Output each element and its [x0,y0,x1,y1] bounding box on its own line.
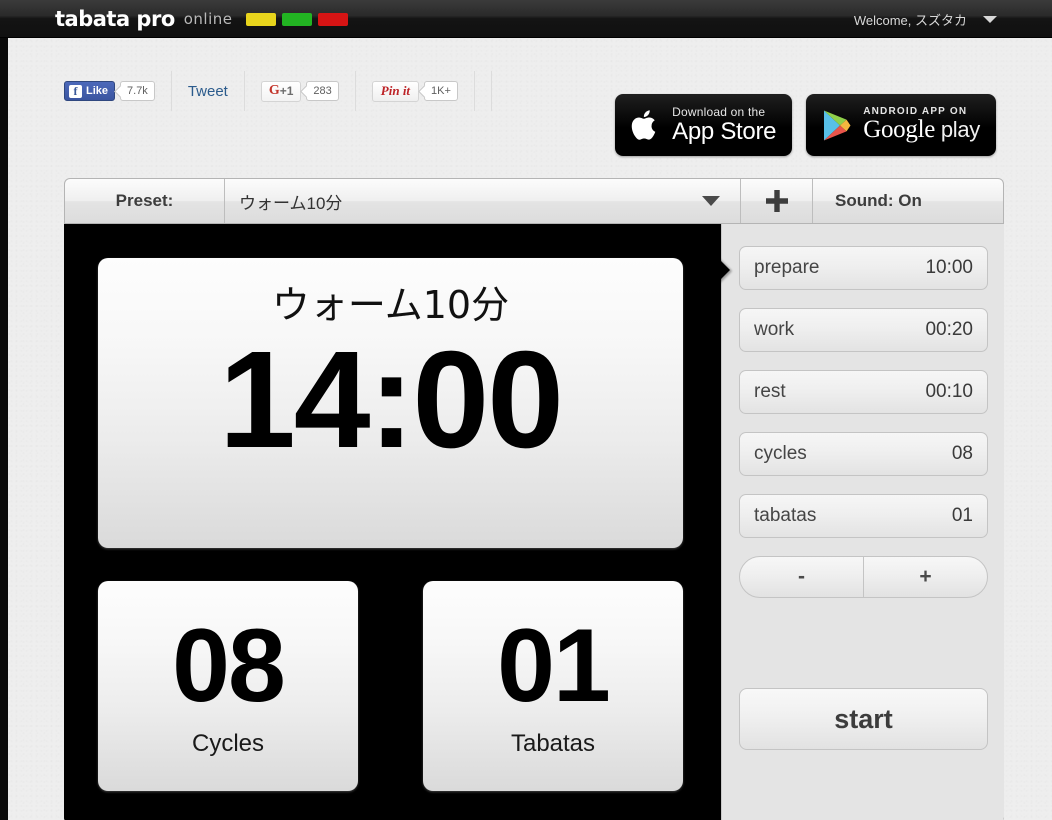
logo-bar-red [317,12,348,26]
tabatas-counter-label: Tabatas [510,730,596,757]
logo-color-bars [245,12,348,26]
settings-row-prepare-value: 10:00 [925,257,973,278]
google-play-icon [824,110,851,140]
active-row-pointer-icon [710,250,730,290]
top-navigation-bar: tabata pro online Welcome, スズタカ [0,0,1052,38]
timer-display[interactable]: ウォーム10分 14:00 [98,258,683,548]
settings-row-cycles-label: cycles [754,443,807,464]
facebook-like-cell: f Like 7.7k [64,71,172,111]
page-background: f Like 7.7k Tweet G +1 283 Pin it 1K+ Do… [8,38,1052,820]
googleplus-count: 283 [306,81,339,101]
logo-bar-green [281,12,312,26]
preset-toolbar: Preset: ウォーム10分 Sound: On [64,178,1004,224]
store-badges: Download on the App Store ANDROID APP ON… [615,94,996,156]
google-play-big-label: Google play [863,117,980,143]
decrement-button[interactable]: - [740,557,864,597]
google-word: Google [863,116,936,144]
social-divider [490,71,492,111]
social-share-bar: f Like 7.7k Tweet G +1 283 Pin it 1K+ [64,71,492,111]
googleplus-g-icon: G [268,83,280,98]
preset-dropdown[interactable]: ウォーム10分 [225,179,741,223]
settings-row-rest-value: 00:10 [925,381,973,402]
add-preset-button[interactable] [741,179,813,223]
facebook-like-count: 7.7k [120,81,155,101]
tabatas-counter-value: 01 [497,608,611,724]
play-word: play [935,117,980,143]
settings-row-work-value: 00:20 [925,319,973,340]
settings-row-tabatas-value: 01 [951,505,973,526]
pinterest-count: 1K+ [424,81,458,101]
counter-boxes: 08 Cycles 01 Tabatas [98,581,683,791]
app-store-small-label: Download on the [672,105,766,120]
facebook-like-button[interactable]: f Like [64,81,116,101]
settings-row-prepare-label: prepare [754,257,820,278]
timer-display-title: ウォーム10分 [271,283,510,327]
settings-row-cycles[interactable]: cycles 08 [739,432,988,476]
settings-row-tabatas-label: tabatas [754,505,817,526]
settings-row-prepare[interactable]: prepare 10:00 [739,246,988,290]
preset-selected-value: ウォーム10分 [239,193,343,213]
logo-thin-text: online [183,9,233,28]
cycles-counter-label: Cycles [191,730,264,757]
app-store-badge[interactable]: Download on the App Store [615,94,793,156]
app-store-big-label: App Store [672,117,777,145]
welcome-text: Welcome, スズタカ [853,12,967,28]
tweet-button[interactable]: Tweet [188,83,228,100]
start-button[interactable]: start [739,688,988,750]
chevron-down-icon [702,196,720,206]
settings-row-work[interactable]: work 00:20 [739,308,988,352]
value-stepper: - + [739,556,988,598]
tabata-app: Preset: ウォーム10分 Sound: On ウォーム10分 14:00 [64,178,1004,820]
twitter-tweet-cell: Tweet [188,71,245,111]
app-body: ウォーム10分 14:00 08 Cycles 01 Tabatas prepa… [64,224,1004,820]
timer-column: ウォーム10分 14:00 08 Cycles 01 Tabatas [64,224,721,820]
app-store-text: Download on the App Store [672,106,776,144]
facebook-like-label: Like [86,85,109,97]
google-play-badge[interactable]: ANDROID APP ON Google play [806,94,996,156]
facebook-icon: f [69,84,82,98]
increment-button[interactable]: + [864,557,987,597]
pinterest-button[interactable]: Pin it [371,80,420,102]
account-menu[interactable]: Welcome, スズタカ [854,0,997,38]
plus-icon [765,190,788,212]
settings-row-cycles-value: 08 [951,443,973,464]
settings-row-tabatas[interactable]: tabatas 01 [739,494,988,538]
site-logo[interactable]: tabata pro online [55,0,348,38]
timer-display-time: 14:00 [219,323,564,477]
pinterest-cell: Pin it 1K+ [371,71,475,111]
logo-bar-yellow [245,12,276,26]
settings-sidebar: prepare 10:00 work 00:20 rest 00:10 cycl… [710,224,1004,820]
cycles-counter-value: 08 [172,608,286,724]
chevron-down-icon [983,15,997,23]
preset-label: Preset: [65,179,225,223]
cycles-counter[interactable]: 08 Cycles [98,581,358,791]
googleplus-cell: G +1 283 [260,71,356,111]
settings-row-rest-label: rest [754,381,786,402]
google-play-text: ANDROID APP ON Google play [863,106,980,144]
settings-row-rest[interactable]: rest 00:10 [739,370,988,414]
googleplus-plus-label: +1 [279,84,294,98]
sound-toggle-button[interactable]: Sound: On [813,179,1003,223]
apple-icon [631,110,656,140]
settings-row-work-label: work [754,319,795,340]
googleplus-button[interactable]: G +1 [260,80,302,102]
tabatas-counter[interactable]: 01 Tabatas [423,581,683,791]
logo-bold-text: tabata pro [55,6,175,31]
